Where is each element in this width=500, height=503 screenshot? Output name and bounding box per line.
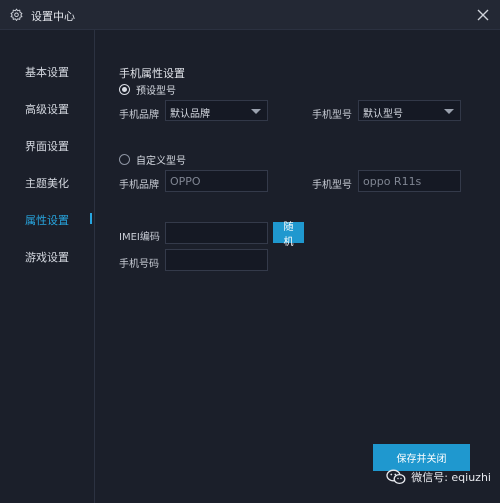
preset-model-label: 预设型号 <box>136 86 176 97</box>
sidebar-item-theme[interactable]: 主题美化 <box>25 175 69 191</box>
preset-model-radio[interactable]: 预设型号 <box>119 82 176 97</box>
preset-brand-label: 手机品牌 <box>119 110 159 121</box>
sidebar-item-basic-settings[interactable]: 基本设置 <box>25 64 69 80</box>
save-and-close-button[interactable]: 保存并关闭 <box>373 444 470 471</box>
radio-unchecked-icon <box>119 154 130 165</box>
sidebar-item-interface-settings[interactable]: 界面设置 <box>25 138 69 154</box>
chevron-down-icon <box>251 109 261 114</box>
sidebar-divider <box>94 30 95 503</box>
watermark: 微信号: eqiuzhi <box>386 469 491 485</box>
custom-model-input[interactable] <box>358 170 461 192</box>
custom-model-radio[interactable]: 自定义型号 <box>119 152 186 167</box>
custom-model-label: 自定义型号 <box>136 156 186 167</box>
title-bar: 设置中心 <box>0 0 500 30</box>
sidebar: 基本设置 高级设置 界面设置 主题美化 属性设置 游戏设置 <box>0 30 92 503</box>
custom-brand-label: 手机品牌 <box>119 180 159 191</box>
preset-model-select[interactable]: 默认型号 <box>358 100 461 121</box>
watermark-text: 微信号: eqiuzhi <box>411 471 491 484</box>
sidebar-item-game-settings[interactable]: 游戏设置 <box>25 249 69 265</box>
preset-model-field-label: 手机型号 <box>312 110 352 121</box>
preset-brand-select[interactable]: 默认品牌 <box>165 100 268 121</box>
preset-model-value: 默认型号 <box>363 109 403 120</box>
chevron-down-icon <box>444 109 454 114</box>
close-icon[interactable] <box>474 6 492 24</box>
radio-checked-icon <box>119 84 130 95</box>
sidebar-item-advanced-settings[interactable]: 高级设置 <box>25 101 69 117</box>
custom-model-field-label: 手机型号 <box>312 180 352 191</box>
gear-icon <box>9 7 24 22</box>
active-indicator <box>90 213 92 224</box>
random-imei-button[interactable]: 随机 <box>273 222 304 248</box>
preset-brand-value: 默认品牌 <box>170 109 210 120</box>
window-title: 设置中心 <box>31 10 75 23</box>
section-title: 手机属性设置 <box>119 67 185 80</box>
imei-label: IMEI编码 <box>119 232 160 243</box>
custom-brand-input[interactable] <box>165 170 268 192</box>
sidebar-item-property-settings[interactable]: 属性设置 <box>25 212 69 228</box>
wechat-icon <box>386 469 406 485</box>
imei-input[interactable] <box>165 222 268 244</box>
phone-number-label: 手机号码 <box>119 259 159 270</box>
phone-number-input[interactable] <box>165 249 268 271</box>
